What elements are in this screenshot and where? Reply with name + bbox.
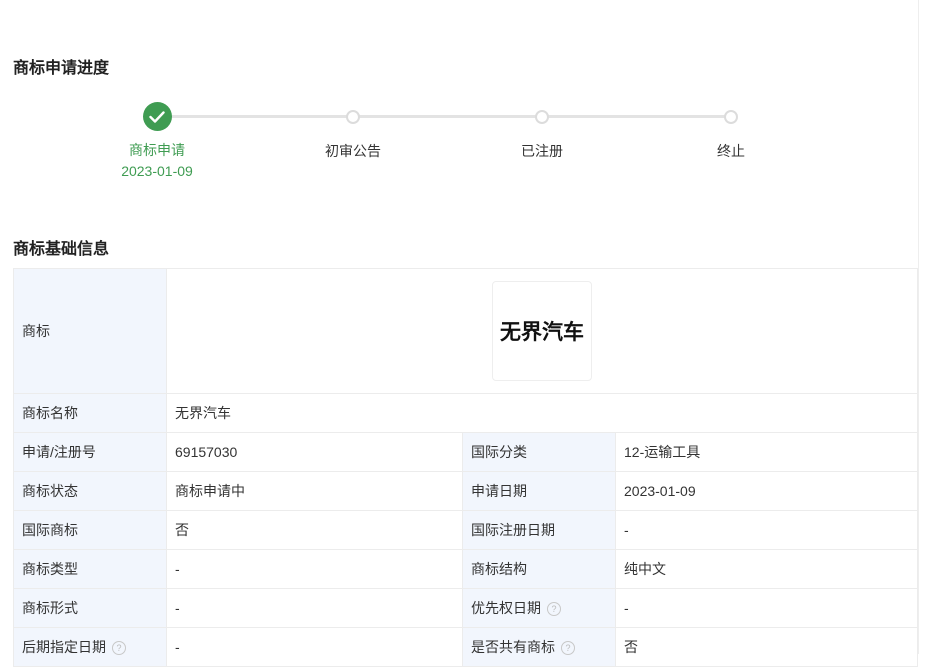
field-label: 商标状态 (13, 471, 167, 511)
page-edge-divider (918, 0, 919, 654)
table-row: 后期指定日期? - 是否共有商标? 否 (13, 627, 918, 667)
help-circle-icon[interactable]: ? (561, 641, 575, 656)
table-row: 商标类型 - 商标结构 纯中文 (13, 549, 918, 589)
field-label: 国际注册日期 (462, 510, 616, 550)
application-progress: 商标申请 2023-01-09 初审公告 已注册 终止 (0, 95, 918, 195)
step-application: 商标申请 2023-01-09 (87, 95, 227, 182)
field-label: 商标结构 (462, 549, 616, 589)
table-row: 申请/注册号 69157030 国际分类 12-运输工具 (13, 432, 918, 472)
trademark-logo-cell: 无界汽车 (166, 268, 918, 394)
step-registered: 已注册 (472, 95, 612, 161)
table-row: 商标状态 商标申请中 申请日期 2023-01-09 (13, 471, 918, 511)
field-value: 2023-01-09 (615, 471, 918, 511)
step-pending-node (535, 110, 549, 124)
field-value: 69157030 (166, 432, 463, 472)
step-label: 已注册 (521, 143, 563, 159)
trademark-info-table: 商标 无界汽车 商标名称 无界汽车 申请/注册号 69157030 国际分类 1… (13, 268, 918, 667)
step-preliminary-announcement: 初审公告 (283, 95, 423, 161)
field-label-with-help: 优先权日期? (462, 588, 616, 628)
field-value: - (166, 627, 463, 667)
field-label: 商标 (13, 268, 167, 394)
field-value: 纯中文 (615, 549, 918, 589)
step-date: 2023-01-09 (121, 163, 193, 179)
progress-section-title: 商标申请进度 (13, 60, 110, 77)
field-label-with-help: 后期指定日期? (13, 627, 167, 667)
table-row: 国际商标 否 国际注册日期 - (13, 510, 918, 550)
field-label: 商标类型 (13, 549, 167, 589)
step-label: 终止 (717, 143, 745, 159)
table-row: 商标形式 - 优先权日期? - (13, 588, 918, 628)
field-value: 无界汽车 (166, 393, 918, 433)
field-value: - (615, 510, 918, 550)
field-value: 12-运输工具 (615, 432, 918, 472)
field-label: 国际商标 (13, 510, 167, 550)
field-label: 申请日期 (462, 471, 616, 511)
field-label: 是否共有商标 (471, 639, 555, 655)
step-pending-node (346, 110, 360, 124)
field-label: 申请/注册号 (13, 432, 167, 472)
help-circle-icon[interactable]: ? (547, 602, 561, 617)
field-label-with-help: 是否共有商标? (462, 627, 616, 667)
field-label: 商标名称 (13, 393, 167, 433)
field-label: 后期指定日期 (22, 639, 106, 655)
check-icon (149, 110, 165, 123)
step-label: 初审公告 (325, 143, 381, 159)
table-row: 商标 无界汽车 (13, 268, 918, 394)
help-circle-icon[interactable]: ? (112, 641, 126, 656)
step-label: 商标申请 (129, 142, 185, 158)
progress-track (157, 115, 731, 118)
field-value: - (166, 549, 463, 589)
field-label: 商标形式 (13, 588, 167, 628)
field-label: 国际分类 (462, 432, 616, 472)
step-done-node (142, 102, 172, 131)
step-pending-node (724, 110, 738, 124)
step-terminated: 终止 (661, 95, 801, 161)
trademark-logo-image[interactable]: 无界汽车 (492, 281, 592, 381)
basic-info-section-title: 商标基础信息 (13, 241, 110, 258)
field-value: 否 (166, 510, 463, 550)
field-value: - (166, 588, 463, 628)
field-value: - (615, 588, 918, 628)
field-value: 否 (615, 627, 918, 667)
field-value: 商标申请中 (166, 471, 463, 511)
table-row: 商标名称 无界汽车 (13, 393, 918, 433)
field-label: 优先权日期 (471, 600, 541, 616)
